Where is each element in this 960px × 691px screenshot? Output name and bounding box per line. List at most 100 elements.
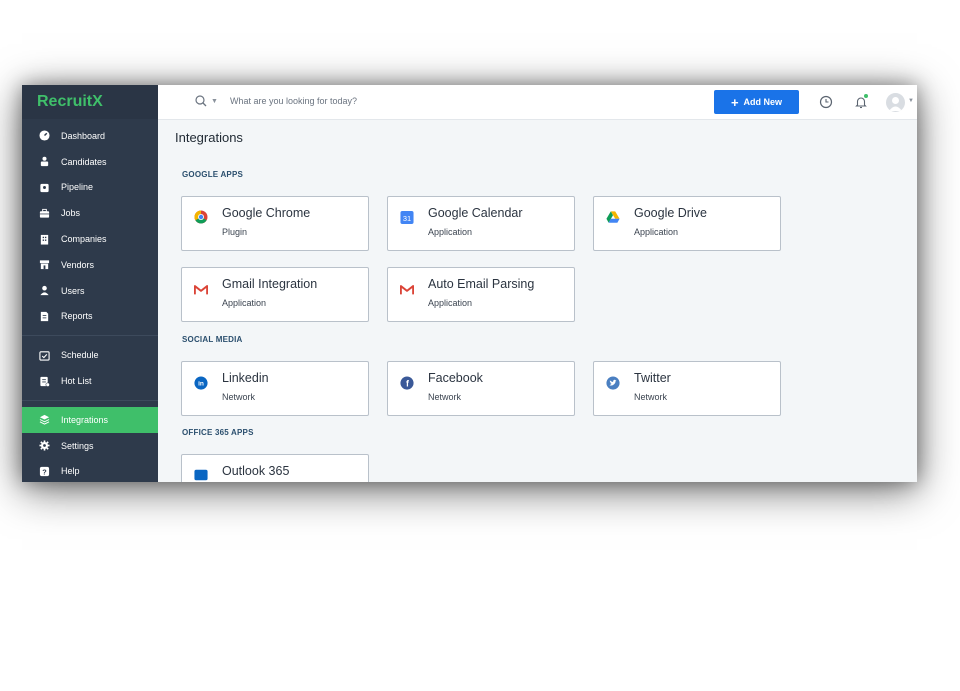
sidebar-item-pipeline[interactable]: Pipeline — [22, 175, 158, 201]
sidebar-item-companies[interactable]: Companies — [22, 226, 158, 252]
sidebar-item-label: Pipeline — [61, 182, 94, 193]
section-title-social-media: SOCIAL MEDIA — [182, 335, 243, 344]
dashboard-icon — [38, 130, 50, 142]
integration-card-google-drive[interactable]: Google Drive Application — [593, 196, 781, 251]
store-icon — [38, 259, 50, 271]
chrome-icon — [194, 210, 208, 224]
search-icon[interactable] — [194, 94, 208, 108]
page-title: Integrations — [175, 130, 243, 145]
card-subtitle: Application — [222, 298, 267, 308]
briefcase-icon — [38, 207, 50, 219]
sidebar-item-users[interactable]: Users — [22, 278, 158, 304]
clock-icon[interactable] — [819, 95, 833, 109]
sidebar-item-label: Reports — [61, 311, 93, 322]
integration-card-outlook-365[interactable]: Outlook 365 — [181, 454, 369, 482]
card-subtitle: Application — [428, 227, 473, 237]
google-drive-icon — [606, 210, 620, 224]
card-title: Facebook — [428, 371, 483, 385]
sidebar-item-candidates[interactable]: Candidates — [22, 149, 158, 175]
card-subtitle: Application — [634, 227, 679, 237]
sidebar-item-schedule[interactable]: Schedule — [22, 342, 158, 368]
card-subtitle: Network — [222, 392, 256, 402]
chevron-down-icon[interactable]: ▼ — [211, 98, 218, 105]
sidebar-item-integrations[interactable]: Integrations — [22, 406, 158, 433]
sidebar-divider — [22, 335, 158, 337]
sidebar-item-label: Schedule — [61, 350, 99, 361]
add-new-button[interactable]: + Add New — [714, 90, 799, 114]
card-title: Google Drive — [634, 206, 707, 220]
add-new-label: Add New — [743, 97, 783, 107]
card-title: Outlook 365 — [222, 464, 290, 478]
card-title: Google Calendar — [428, 206, 523, 220]
section-title-office-365-apps: OFFICE 365 APPS — [182, 428, 254, 437]
card-title: Auto Email Parsing — [428, 277, 535, 291]
facebook-icon: f — [400, 376, 414, 390]
sidebar-item-label: Vendors — [61, 259, 95, 270]
sidebar-divider — [22, 399, 158, 401]
integration-card-gmail-integration[interactable]: Gmail Integration Application — [181, 267, 369, 322]
sidebar-nav-settings: Integrations Settings ? Help — [22, 406, 158, 482]
facebook-glyph: f — [406, 379, 409, 389]
calendar-check-icon — [38, 349, 50, 361]
layers-icon — [38, 414, 50, 426]
integration-card-google-chrome[interactable]: Google Chrome Plugin — [181, 196, 369, 251]
search-input[interactable]: What are you looking for today? — [230, 96, 357, 106]
sidebar-item-dashboard[interactable]: Dashboard — [22, 123, 158, 149]
svg-text:?: ? — [42, 467, 47, 476]
card-subtitle: Network — [634, 392, 668, 402]
outlook-icon — [194, 468, 208, 482]
gmail-icon — [400, 283, 414, 297]
sidebar-item-jobs[interactable]: Jobs — [22, 200, 158, 226]
candidates-icon — [38, 156, 50, 168]
pipeline-icon — [38, 181, 50, 193]
gmail-icon — [194, 283, 208, 297]
sidebar-item-label: Jobs — [61, 208, 81, 219]
linkedin-glyph: in — [198, 381, 204, 388]
section-title-google-apps: GOOGLE APPS — [182, 170, 244, 179]
user-avatar-icon — [889, 97, 902, 111]
card-title: Linkedin — [222, 371, 269, 385]
sidebar-item-settings[interactable]: Settings — [22, 433, 158, 459]
report-icon — [38, 310, 50, 322]
card-title: Twitter — [634, 371, 671, 385]
card-title: Gmail Integration — [222, 277, 318, 291]
help-icon: ? — [38, 465, 50, 477]
sidebar-nav-main: Dashboard Candidates Pipeline Jobs Compa… — [22, 119, 158, 329]
notification-dot — [864, 94, 868, 98]
sidebar-item-label: Dashboard — [61, 130, 106, 141]
integration-card-linkedin[interactable]: in Linkedin Network — [181, 361, 369, 416]
card-subtitle: Application — [428, 298, 473, 308]
search-bar[interactable]: ▼ What are you looking for today? — [194, 94, 357, 108]
user-icon — [38, 285, 50, 297]
sidebar-item-label: Hot List — [61, 376, 92, 387]
brand-logo[interactable]: RecruitX — [22, 85, 158, 119]
sidebar-item-hot-list[interactable]: Hot List — [22, 368, 158, 394]
gear-icon — [38, 440, 50, 452]
chevron-down-icon[interactable]: ▼ — [908, 98, 914, 104]
integration-card-auto-email-parsing[interactable]: Auto Email Parsing Application — [387, 267, 575, 322]
sidebar-item-vendors[interactable]: Vendors — [22, 252, 158, 278]
sidebar-item-label: Companies — [61, 234, 107, 245]
avatar[interactable] — [886, 93, 905, 112]
hot-list-icon — [38, 375, 50, 387]
twitter-icon — [606, 376, 620, 390]
calendar-day-number: 31 — [403, 213, 411, 222]
sidebar-item-help[interactable]: ? Help — [22, 459, 158, 482]
integration-card-google-calendar[interactable]: 31 Google Calendar Application — [387, 196, 575, 251]
sidebar-nav-tools: Schedule Hot List — [22, 342, 158, 394]
sidebar-item-reports[interactable]: Reports — [22, 304, 158, 330]
sidebar: RecruitX Dashboard Candidates Pipeline J… — [22, 85, 158, 482]
sidebar-item-label: Candidates — [61, 156, 107, 167]
plus-icon: + — [730, 94, 739, 110]
google-calendar-icon: 31 — [400, 210, 414, 224]
main-content: Integrations GOOGLE APPS Google Chrome P… — [158, 120, 917, 482]
building-icon — [38, 233, 50, 245]
sidebar-item-label: Integrations — [61, 414, 109, 425]
app-window: RecruitX Dashboard Candidates Pipeline J… — [22, 85, 917, 482]
integration-card-twitter[interactable]: Twitter Network — [593, 361, 781, 416]
card-title: Google Chrome — [222, 206, 311, 220]
sidebar-item-label: Help — [61, 466, 80, 477]
integration-card-facebook[interactable]: f Facebook Network — [387, 361, 575, 416]
sidebar-item-label: Settings — [61, 440, 94, 451]
sidebar-item-label: Users — [61, 285, 85, 296]
